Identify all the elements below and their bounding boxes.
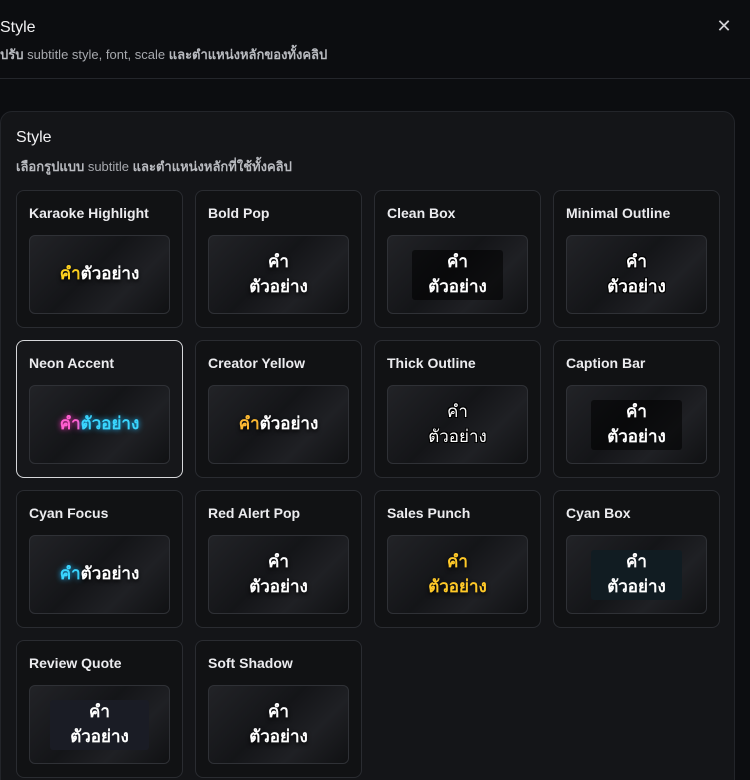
dialog-title: Style — [0, 19, 36, 36]
preview-caption: คำตัวอย่าง — [428, 550, 487, 600]
subtitle-part: subtitle — [84, 159, 133, 174]
style-card-label: Thick Outline — [387, 355, 476, 371]
caption-word: ตัวอย่าง — [80, 564, 140, 584]
style-preview: คำตัวอย่าง — [566, 385, 707, 464]
style-card-label: Sales Punch — [387, 505, 471, 521]
caption-word: ตัวอย่าง — [428, 276, 487, 297]
preview-caption: คำตัวอย่าง — [60, 412, 140, 437]
style-card-review-quote[interactable]: Review Quote คำตัวอย่าง — [16, 640, 183, 778]
caption-word: คำ — [626, 401, 647, 422]
style-preview: คำตัวอย่าง — [387, 385, 528, 464]
style-card-label: Cyan Focus — [29, 505, 109, 521]
caption-word: คำ — [626, 551, 647, 572]
subtitle-part: ปรับ — [0, 47, 24, 62]
style-card-caption-bar[interactable]: Caption Bar คำตัวอย่าง — [553, 340, 720, 478]
preview-caption: คำตัวอย่าง — [50, 699, 149, 750]
style-card-label: Review Quote — [29, 655, 122, 671]
style-preview: คำตัวอย่าง — [208, 385, 349, 464]
preview-caption: คำตัวอย่าง — [428, 400, 487, 450]
caption-word: ตัวอย่าง — [249, 576, 308, 597]
caption-word: คำ — [447, 401, 468, 422]
caption-word: คำ — [626, 251, 647, 272]
style-card-thick-outline[interactable]: Thick Outline คำตัวอย่าง — [374, 340, 541, 478]
preview-caption: คำตัวอย่าง — [60, 262, 140, 287]
style-card-label: Neon Accent — [29, 355, 115, 371]
caption-word: คำ — [59, 264, 81, 284]
style-preview: คำตัวอย่าง — [208, 685, 349, 764]
style-card-soft-shadow[interactable]: Soft Shadow คำตัวอย่าง — [195, 640, 362, 778]
style-preview: คำตัวอย่าง — [208, 535, 349, 614]
panel-title: Style — [16, 129, 52, 146]
subtitle-part: และตำแหน่งหลักที่ใช้ทั้งคลิป — [132, 159, 292, 174]
close-icon[interactable]: ✕ — [712, 14, 736, 38]
style-preview: คำตัวอย่าง — [208, 235, 349, 314]
style-card-label: Bold Pop — [208, 205, 270, 221]
style-preview: คำตัวอย่าง — [566, 235, 707, 314]
style-preview: คำตัวอย่าง — [387, 535, 528, 614]
subtitle-part: เลือกรูปแบบ — [16, 159, 85, 174]
style-card-label: Soft Shadow — [208, 655, 293, 671]
preview-caption: คำตัวอย่าง — [591, 399, 682, 450]
caption-word: คำ — [447, 251, 468, 272]
preview-caption: คำตัวอย่าง — [607, 250, 666, 300]
subtitle-part: subtitle style, font, scale — [23, 47, 169, 62]
style-card-bold-pop[interactable]: Bold Pop คำตัวอย่าง — [195, 190, 362, 328]
style-panel: Style เลือกรูปแบบ subtitle และตำแหน่งหลั… — [0, 111, 735, 780]
caption-word: คำ — [59, 414, 81, 434]
caption-word: ตัวอย่าง — [259, 414, 319, 434]
style-card-cyan-focus[interactable]: Cyan Focus คำตัวอย่าง — [16, 490, 183, 628]
dialog-header: Style ปรับ subtitle style, font, scale แ… — [0, 0, 750, 79]
style-card-label: Karaoke Highlight — [29, 205, 149, 221]
preview-caption: คำตัวอย่าง — [249, 550, 308, 600]
style-card-cyan-box[interactable]: Cyan Box คำตัวอย่าง — [553, 490, 720, 628]
style-card-neon-accent[interactable]: Neon Accent คำตัวอย่าง — [16, 340, 183, 478]
caption-word: คำ — [268, 701, 289, 722]
style-card-label: Caption Bar — [566, 355, 646, 371]
caption-word: คำ — [59, 564, 81, 584]
style-preview: คำตัวอย่าง — [29, 235, 170, 314]
preview-caption: คำตัวอย่าง — [591, 549, 682, 600]
style-preview: คำตัวอย่าง — [566, 535, 707, 614]
style-card-label: Clean Box — [387, 205, 456, 221]
caption-word: ตัวอย่าง — [607, 426, 666, 447]
caption-word: ตัวอย่าง — [428, 576, 487, 597]
style-preview: คำตัวอย่าง — [387, 235, 528, 314]
caption-word: คำ — [447, 551, 468, 572]
style-card-label: Cyan Box — [566, 505, 631, 521]
caption-word: ตัวอย่าง — [428, 426, 487, 447]
subtitle-part: และตำแหน่งหลักของทั้งคลิป — [168, 47, 328, 62]
dialog-subtitle: ปรับ subtitle style, font, scale และตำแห… — [0, 44, 327, 65]
caption-word: คำ — [238, 414, 260, 434]
style-card-creator-yellow[interactable]: Creator Yellow คำตัวอย่าง — [195, 340, 362, 478]
caption-word: คำ — [268, 251, 289, 272]
caption-word: ตัวอย่าง — [607, 276, 666, 297]
caption-word: คำ — [89, 701, 110, 722]
style-card-red-alert-pop[interactable]: Red Alert Pop คำตัวอย่าง — [195, 490, 362, 628]
style-card-label: Creator Yellow — [208, 355, 306, 371]
panel-subtitle: เลือกรูปแบบ subtitle และตำแหน่งหลักที่ใช… — [16, 156, 292, 177]
style-preview: คำตัวอย่าง — [29, 385, 170, 464]
caption-word: คำ — [268, 551, 289, 572]
caption-word: ตัวอย่าง — [607, 576, 666, 597]
style-card-label: Red Alert Pop — [208, 505, 301, 521]
preview-caption: คำตัวอย่าง — [239, 412, 319, 437]
style-card-karaoke-highlight[interactable]: Karaoke Highlight คำตัวอย่าง — [16, 190, 183, 328]
caption-word: ตัวอย่าง — [70, 726, 129, 747]
style-preview: คำตัวอย่าง — [29, 685, 170, 764]
style-card-minimal-outline[interactable]: Minimal Outline คำตัวอย่าง — [553, 190, 720, 328]
style-card-sales-punch[interactable]: Sales Punch คำตัวอย่าง — [374, 490, 541, 628]
preview-caption: คำตัวอย่าง — [412, 249, 503, 300]
preview-caption: คำตัวอย่าง — [249, 250, 308, 300]
caption-word: ตัวอย่าง — [249, 726, 308, 747]
caption-word: ตัวอย่าง — [80, 264, 140, 284]
preview-caption: คำตัวอย่าง — [249, 700, 308, 750]
style-card-clean-box[interactable]: Clean Box คำตัวอย่าง — [374, 190, 541, 328]
preview-caption: คำตัวอย่าง — [60, 562, 140, 587]
caption-word: ตัวอย่าง — [80, 414, 140, 434]
style-card-label: Minimal Outline — [566, 205, 671, 221]
caption-word: ตัวอย่าง — [249, 276, 308, 297]
style-preview: คำตัวอย่าง — [29, 535, 170, 614]
